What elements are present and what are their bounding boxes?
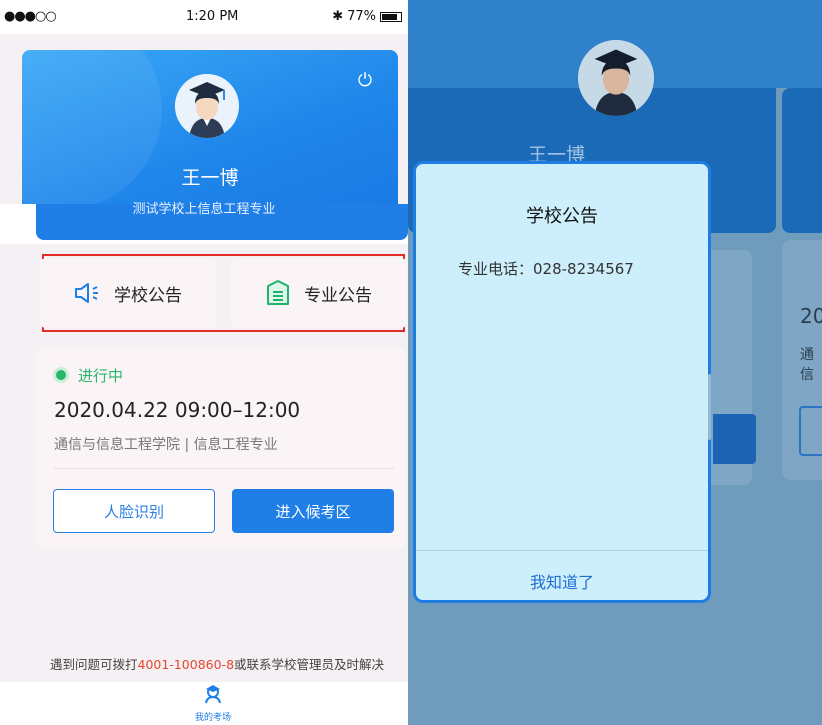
modal-title: 学校公告 bbox=[526, 206, 598, 227]
speaker-icon bbox=[75, 283, 98, 303]
exam-department: 通信与信息工程学院 | 信息工程专业 bbox=[54, 437, 278, 453]
help-text: 遇到问题可拨打4001-100860-8或联系学校管理员及时解决 bbox=[50, 654, 384, 673]
status-time: 1:20 PM bbox=[186, 9, 239, 24]
battery-percent: 77% bbox=[347, 9, 376, 24]
major-notice-button[interactable]: 专业公告 bbox=[231, 258, 407, 328]
profile-card: ⏻ 王一博 bbox=[22, 50, 398, 208]
major-notice-label: 专业公告 bbox=[304, 285, 372, 306]
student-avatar-icon bbox=[578, 40, 654, 116]
signal-indicator: ●●●○○ bbox=[4, 9, 57, 24]
enter-waiting-room-button[interactable]: 进入候考区 bbox=[232, 489, 394, 533]
status-right: ✱ 77% bbox=[332, 9, 402, 24]
right-phone-screen: 王一博 20 通信 学校公告 专业电话：028-8234567 我知道了 bbox=[408, 0, 822, 725]
student-name: 王一博 bbox=[181, 167, 239, 189]
peek-year: 20 bbox=[800, 304, 822, 328]
dimmed-enter-button bbox=[713, 414, 756, 464]
modal-body: 专业电话：028-8234567 bbox=[458, 260, 634, 278]
graduate-icon bbox=[205, 685, 221, 704]
modal-ok-button[interactable]: 我知道了 bbox=[416, 569, 708, 593]
document-icon bbox=[267, 280, 289, 305]
modal-divider bbox=[416, 550, 708, 551]
divider bbox=[54, 468, 394, 469]
status-dot-icon bbox=[56, 370, 66, 380]
help-suffix: 或联系学校管理员及时解决 bbox=[234, 657, 385, 672]
peek-department: 通信 bbox=[800, 347, 814, 383]
battery-icon bbox=[380, 11, 402, 22]
school-major-label: 测试学校上信息工程专业 bbox=[132, 202, 276, 217]
help-prefix: 遇到问题可拨打 bbox=[50, 657, 138, 672]
scrollbar[interactable] bbox=[708, 374, 711, 440]
help-phone[interactable]: 4001-100860-8 bbox=[138, 657, 235, 672]
tab-bar: 我的考场 bbox=[0, 682, 408, 725]
dimmed-avatar bbox=[578, 40, 654, 116]
left-phone-screen: ●●●○○ 1:20 PM ✱ 77% ⏻ 王一博 测试学校上信息工程专业 学校… bbox=[0, 0, 408, 725]
school-notice-button[interactable]: 学校公告 bbox=[40, 258, 216, 328]
exam-card: 进行中 2020.04.22 09:00–12:00 通信与信息工程学院 | 信… bbox=[36, 348, 406, 548]
screenshot-stage: ●●●○○ 1:20 PM ✱ 77% ⏻ 王一博 测试学校上信息工程专业 学校… bbox=[0, 0, 822, 725]
dimmed-side-card bbox=[782, 88, 822, 233]
status-bar: ●●●○○ 1:20 PM ✱ 77% bbox=[0, 0, 408, 34]
dimmed-outline-button bbox=[799, 406, 822, 456]
student-avatar-icon bbox=[175, 74, 239, 138]
power-icon[interactable]: ⏻ bbox=[356, 72, 374, 90]
exam-time: 2020.04.22 09:00–12:00 bbox=[54, 398, 301, 422]
notice-modal: 学校公告 专业电话：028-8234567 我知道了 bbox=[413, 161, 711, 603]
face-recognition-button[interactable]: 人脸识别 bbox=[53, 489, 215, 533]
bluetooth-icon: ✱ bbox=[332, 9, 344, 24]
exam-room-tab-icon[interactable] bbox=[202, 684, 224, 706]
exam-status: 进行中 bbox=[78, 367, 124, 385]
school-notice-label: 学校公告 bbox=[114, 285, 182, 306]
avatar bbox=[175, 74, 239, 138]
tab-label-my-exam-room[interactable]: 我的考场 bbox=[0, 710, 408, 723]
